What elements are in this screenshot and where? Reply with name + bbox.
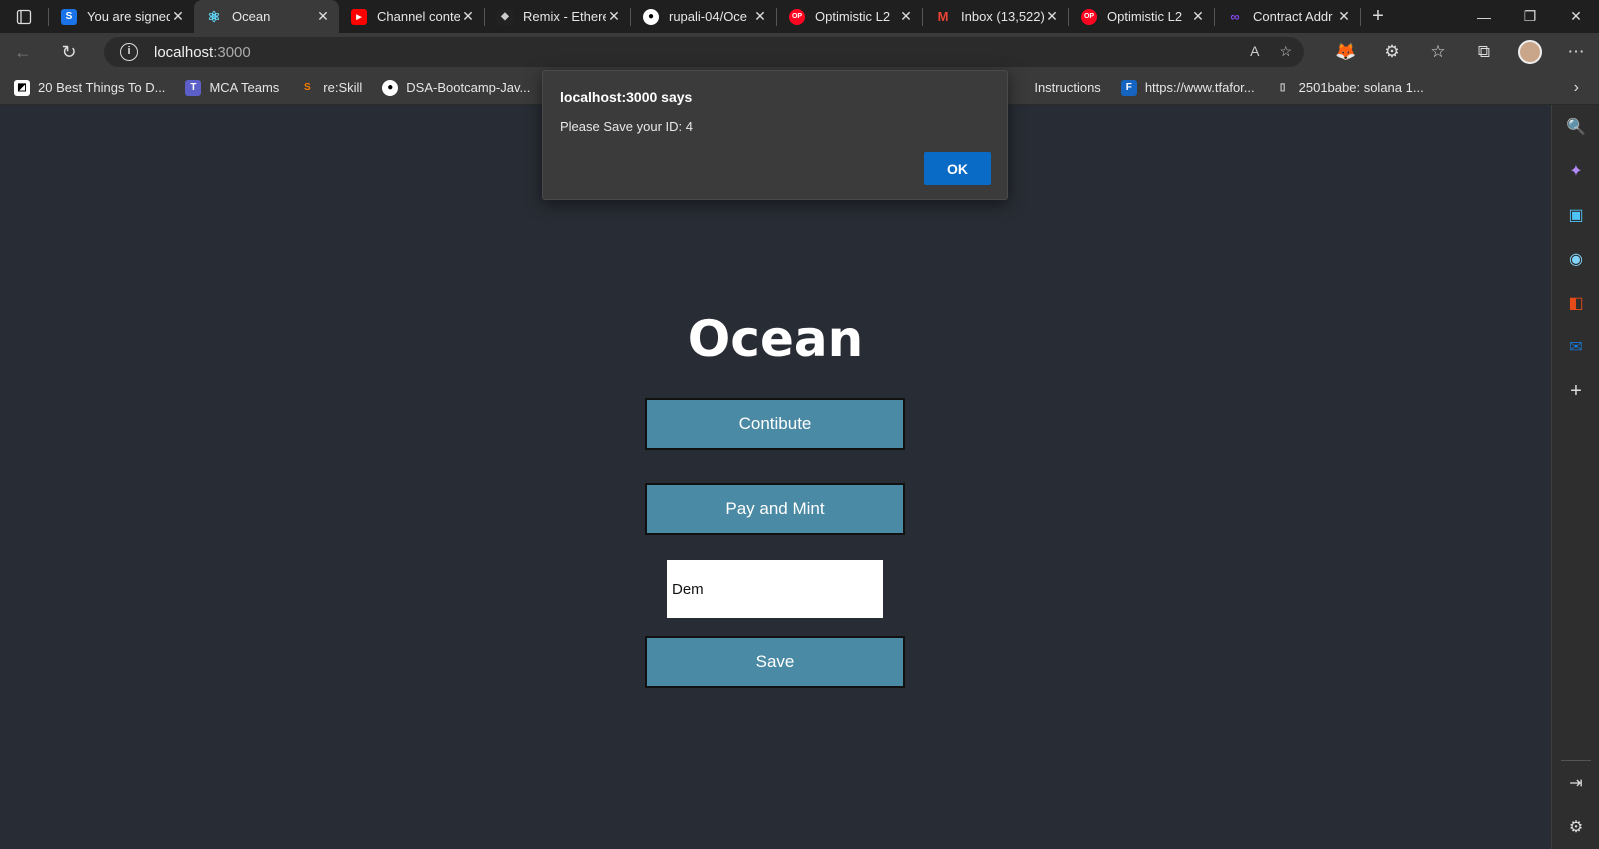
youtube-icon: ▶ [351, 8, 367, 25]
page-content: Ocean Contibute Pay and Mint Save [0, 105, 1551, 849]
close-icon[interactable]: ✕ [170, 8, 186, 25]
close-icon[interactable]: ✕ [898, 8, 914, 25]
github-icon: ● [643, 8, 659, 25]
tab-3[interactable]: ◆ Remix - Ethere ✕ [485, 0, 630, 33]
tab-4[interactable]: ● rupali-04/Oce ✕ [631, 0, 776, 33]
save-button[interactable]: Save [645, 636, 905, 688]
new-tab-icon[interactable]: + [1361, 5, 1395, 28]
more-icon[interactable]: ⋯ [1553, 42, 1599, 62]
bookmark-item[interactable]: Sre:Skill [299, 80, 362, 96]
browser-toolbar: ← ↻ i localhost:3000 A ☆ 🦊 ⚙ ☆ ⧉ ⋯ [0, 33, 1599, 71]
f-icon: F [1120, 79, 1137, 96]
close-icon[interactable]: ✕ [315, 8, 331, 25]
shopping-icon[interactable]: ▣ [1552, 193, 1599, 237]
tab-0[interactable]: S You are signed ✕ [49, 0, 194, 33]
close-icon[interactable]: ✕ [1190, 8, 1206, 25]
office-icon[interactable]: ◧ [1552, 281, 1599, 325]
close-icon[interactable]: ✕ [752, 8, 768, 25]
favorites-icon[interactable]: ☆ [1415, 42, 1461, 62]
tab-7[interactable]: OP Optimistic L2 ✕ [1069, 0, 1214, 33]
add-icon[interactable]: + [1552, 369, 1599, 413]
page-title: Ocean [687, 310, 864, 368]
settings-gear-icon[interactable]: ⚙ [1552, 805, 1599, 849]
tab-ocean[interactable]: ⚛ Ocean ✕ [194, 0, 339, 33]
info-icon[interactable]: i [120, 43, 138, 61]
close-icon[interactable]: ✕ [1336, 8, 1352, 25]
bookmark-item[interactable]: Instructions [1034, 80, 1100, 95]
copilot-icon[interactable]: ✦ [1552, 149, 1599, 193]
optimism-icon: OP [789, 8, 805, 25]
window-controls: — ❐ ✕ [1461, 0, 1599, 33]
close-window-icon[interactable]: ✕ [1553, 0, 1599, 33]
polygon-icon: ∞ [1230, 9, 1240, 24]
name-input[interactable] [667, 560, 883, 618]
tab-2[interactable]: ▶ Channel conte ✕ [339, 0, 484, 33]
read-aloud-icon[interactable]: A [1250, 43, 1259, 60]
collections-icon[interactable]: ⧉ [1461, 42, 1507, 62]
extensions-icon[interactable]: ⚙ [1369, 42, 1415, 62]
gmail-icon: M [937, 9, 949, 24]
doc-icon: ▯ [1279, 82, 1286, 93]
refresh-icon[interactable]: ↻ [46, 33, 92, 71]
search-icon[interactable]: 🔍 [1552, 105, 1599, 149]
edge-sidebar: 🔍 ✦ ▣ ◉ ◧ ✉ + ⇥ ⚙ [1551, 105, 1599, 849]
avatar[interactable] [1518, 40, 1542, 64]
contribute-button[interactable]: Contibute [645, 398, 905, 450]
bookmark-icon: ◩ [14, 79, 30, 96]
bookmark-item[interactable]: T MCA Teams [185, 79, 279, 96]
bookmark-item[interactable]: Fhttps://www.tfafor... [1120, 79, 1255, 96]
alert-dialog: localhost:3000 says Please Save your ID:… [542, 70, 1008, 200]
bookmark-item[interactable]: ▯ 2501babe: solana 1... [1275, 80, 1424, 96]
bookmark-item[interactable]: ◩ 20 Best Things To D... [14, 79, 165, 96]
pay-and-mint-button[interactable]: Pay and Mint [645, 483, 905, 535]
github-icon: ● [382, 79, 399, 96]
restore-icon[interactable]: ❐ [1507, 0, 1553, 33]
outlook-icon[interactable]: ✉ [1552, 325, 1599, 369]
dialog-message: Please Save your ID: 4 [560, 119, 693, 134]
react-icon: ⚛ [207, 8, 221, 26]
address-bar[interactable]: i localhost:3000 A ☆ [104, 37, 1304, 67]
chevron-right-icon[interactable]: › [1574, 79, 1579, 97]
close-icon[interactable]: ✕ [1044, 8, 1060, 25]
ok-button[interactable]: OK [924, 152, 991, 185]
close-icon[interactable]: ✕ [606, 8, 622, 25]
hide-sidebar-icon[interactable]: ⇥ [1552, 761, 1599, 805]
dialog-title: localhost:3000 says [560, 89, 693, 105]
close-icon[interactable]: ✕ [460, 8, 476, 25]
minimize-icon[interactable]: — [1461, 0, 1507, 33]
tab-6[interactable]: M Inbox (13,522) ✕ [923, 0, 1068, 33]
games-icon[interactable]: ◉ [1552, 237, 1599, 281]
s-favicon-icon: S [61, 8, 77, 25]
back-icon[interactable]: ← [0, 33, 46, 71]
tab-actions-icon[interactable] [0, 0, 48, 33]
tab-5[interactable]: OP Optimistic L2 ✕ [777, 0, 922, 33]
remix-icon: ◆ [497, 8, 513, 25]
tab-bar: S You are signed ✕ ⚛ Ocean ✕ ▶ Channel c… [0, 0, 1599, 33]
bookmark-item[interactable]: ● DSA-Bootcamp-Jav... [382, 79, 530, 96]
optimism-icon: OP [1081, 8, 1097, 25]
favorite-star-icon[interactable]: ☆ [1279, 43, 1292, 60]
teams-icon: T [185, 79, 202, 96]
metamask-icon[interactable]: 🦊 [1323, 42, 1369, 62]
reskill-icon: S [303, 82, 311, 93]
tab-8[interactable]: ∞ Contract Addr ✕ [1215, 0, 1360, 33]
